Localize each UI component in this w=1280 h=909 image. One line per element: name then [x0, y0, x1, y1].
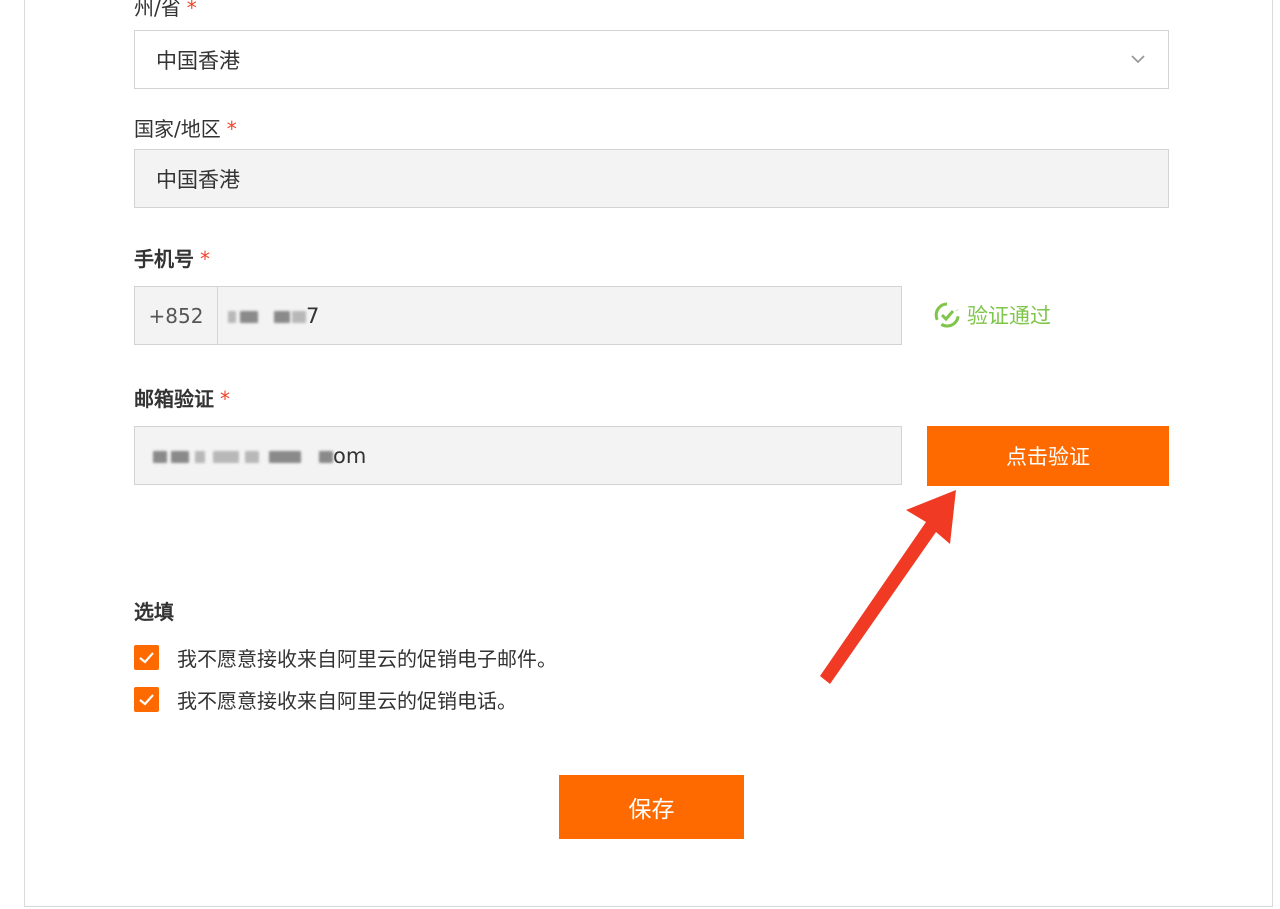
- checkmark-icon: [139, 652, 154, 664]
- opt-out-phone-label: 我不愿意接收来自阿里云的促销电话。: [177, 689, 517, 713]
- email-value: om: [135, 444, 366, 468]
- checkbox-email[interactable]: [134, 645, 159, 670]
- phone-label: 手机号 *: [134, 247, 210, 271]
- country-label: 国家/地区 *: [134, 117, 237, 141]
- phone-field[interactable]: +852 7: [134, 286, 902, 345]
- verified-text: 验证通过: [967, 304, 1051, 328]
- check-circle-icon: [934, 302, 960, 328]
- province-value: 中国香港: [156, 48, 240, 73]
- save-button[interactable]: 保存: [559, 775, 744, 839]
- country-field: 中国香港: [134, 149, 1169, 208]
- optional-title: 选填: [134, 600, 174, 624]
- email-label: 邮箱验证 *: [134, 387, 230, 411]
- opt-out-phone-option[interactable]: 我不愿意接收来自阿里云的促销电话。: [134, 685, 517, 714]
- verify-email-button[interactable]: 点击验证: [927, 426, 1169, 486]
- phone-verified-status: 验证通过: [933, 300, 1051, 330]
- province-label: 州/省 *: [134, 0, 197, 20]
- opt-out-email-option[interactable]: 我不愿意接收来自阿里云的促销电子邮件。: [134, 643, 557, 672]
- checkmark-icon: [139, 694, 154, 706]
- opt-out-email-label: 我不愿意接收来自阿里云的促销电子邮件。: [177, 647, 557, 671]
- chevron-down-icon: [1131, 55, 1145, 64]
- phone-country-code: +852: [135, 287, 218, 344]
- email-field[interactable]: om: [134, 426, 902, 485]
- province-select[interactable]: 中国香港: [134, 30, 1169, 89]
- checkbox-phone[interactable]: [134, 687, 159, 712]
- phone-value: 7: [218, 304, 319, 328]
- country-value: 中国香港: [156, 167, 240, 192]
